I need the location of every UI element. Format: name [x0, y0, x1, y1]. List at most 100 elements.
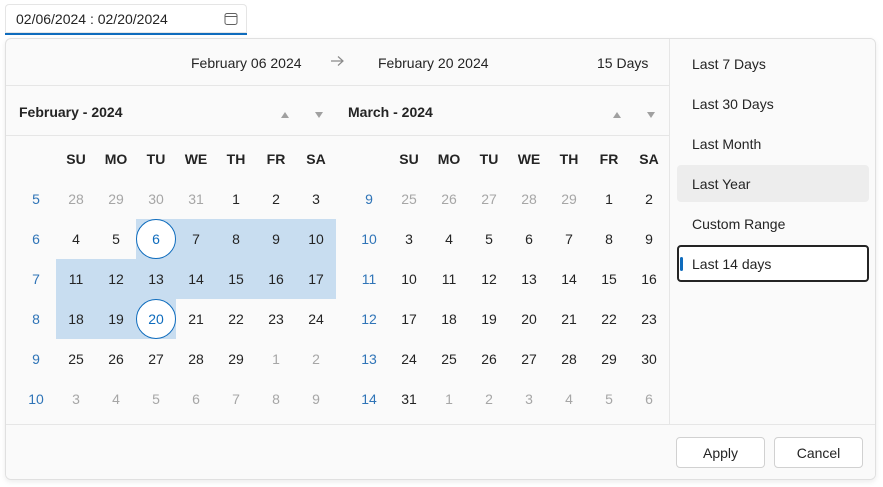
- calendar-day[interactable]: 10: [296, 219, 336, 259]
- calendar-day[interactable]: 4: [549, 379, 589, 419]
- selected-day[interactable]: 6: [136, 219, 176, 259]
- calendar-day[interactable]: 4: [56, 219, 96, 259]
- calendar-day[interactable]: 12: [469, 259, 509, 299]
- calendar-day[interactable]: 4: [96, 379, 136, 419]
- next-month-icon[interactable]: [646, 107, 656, 118]
- calendar-day[interactable]: 30: [629, 339, 669, 379]
- calendar-day[interactable]: 25: [429, 339, 469, 379]
- calendar-day[interactable]: 8: [216, 219, 256, 259]
- calendar-day[interactable]: 25: [389, 179, 429, 219]
- preset-last-year[interactable]: Last Year: [677, 165, 869, 202]
- calendar-day[interactable]: 27: [136, 339, 176, 379]
- calendar-day[interactable]: 14: [549, 259, 589, 299]
- calendar-day[interactable]: 28: [549, 339, 589, 379]
- calendar-day[interactable]: 22: [589, 299, 629, 339]
- calendar-day[interactable]: 5: [136, 379, 176, 419]
- calendar-day[interactable]: 1: [256, 339, 296, 379]
- calendar-day[interactable]: 16: [256, 259, 296, 299]
- calendar-day[interactable]: 2: [469, 379, 509, 419]
- calendar-day[interactable]: 27: [509, 339, 549, 379]
- calendar-day[interactable]: 28: [176, 339, 216, 379]
- calendar-day[interactable]: 3: [509, 379, 549, 419]
- calendar-day[interactable]: 29: [96, 179, 136, 219]
- apply-button[interactable]: Apply: [676, 437, 765, 468]
- prev-month-icon[interactable]: [612, 107, 622, 118]
- calendar-day[interactable]: 24: [296, 299, 336, 339]
- calendar-day[interactable]: 24: [389, 339, 429, 379]
- calendar-day[interactable]: 1: [589, 179, 629, 219]
- preset-last-30-days[interactable]: Last 30 Days: [677, 85, 869, 122]
- calendar-day[interactable]: 15: [216, 259, 256, 299]
- calendar-day[interactable]: 2: [256, 179, 296, 219]
- calendar-day[interactable]: 29: [216, 339, 256, 379]
- calendar-day[interactable]: 2: [629, 179, 669, 219]
- calendar-day[interactable]: 6: [629, 379, 669, 419]
- calendar-day[interactable]: 19: [469, 299, 509, 339]
- calendar-day[interactable]: 29: [549, 179, 589, 219]
- calendar-day[interactable]: 23: [256, 299, 296, 339]
- calendar-day[interactable]: 31: [389, 379, 429, 419]
- calendar-day[interactable]: 2: [296, 339, 336, 379]
- calendar-day[interactable]: 14: [176, 259, 216, 299]
- calendar-icon[interactable]: [221, 9, 241, 29]
- weekday-header: SU: [66, 151, 86, 167]
- calendar-day[interactable]: 28: [509, 179, 549, 219]
- date-range-value[interactable]: 02/06/2024 : 02/20/2024: [16, 11, 168, 27]
- prev-month-icon[interactable]: [280, 107, 290, 118]
- calendar-day[interactable]: 5: [589, 379, 629, 419]
- calendar-day[interactable]: 30: [136, 179, 176, 219]
- calendar-day[interactable]: 21: [549, 299, 589, 339]
- preset-custom-range[interactable]: Custom Range: [677, 205, 869, 242]
- cancel-button[interactable]: Cancel: [774, 437, 863, 468]
- calendar-day[interactable]: 9: [256, 219, 296, 259]
- calendar-day[interactable]: 18: [56, 299, 96, 339]
- preset-last-month[interactable]: Last Month: [677, 125, 869, 162]
- calendar-day[interactable]: 31: [176, 179, 216, 219]
- calendar-day[interactable]: 23: [629, 299, 669, 339]
- calendar-day[interactable]: 3: [296, 179, 336, 219]
- date-range-input[interactable]: 02/06/2024 : 02/20/2024: [5, 4, 247, 35]
- calendar-day[interactable]: 8: [256, 379, 296, 419]
- calendar-day[interactable]: 9: [296, 379, 336, 419]
- calendar-day[interactable]: 13: [136, 259, 176, 299]
- calendar-day[interactable]: 20: [509, 299, 549, 339]
- calendar-day[interactable]: 19: [96, 299, 136, 339]
- calendar-day[interactable]: 26: [429, 179, 469, 219]
- preset-last-7-days[interactable]: Last 7 Days: [677, 45, 869, 82]
- calendar-day[interactable]: 25: [56, 339, 96, 379]
- calendar-day[interactable]: 11: [56, 259, 96, 299]
- calendar-day[interactable]: 22: [216, 299, 256, 339]
- selected-day[interactable]: 20: [136, 299, 176, 339]
- calendar-day[interactable]: 26: [469, 339, 509, 379]
- preset-last-14-days[interactable]: Last 14 days: [677, 245, 869, 282]
- calendar-day[interactable]: 5: [469, 219, 509, 259]
- calendar-day[interactable]: 3: [56, 379, 96, 419]
- calendar-day[interactable]: 11: [429, 259, 469, 299]
- calendar-day[interactable]: 12: [96, 259, 136, 299]
- calendar-day[interactable]: 7: [216, 379, 256, 419]
- calendar-day[interactable]: 21: [176, 299, 216, 339]
- calendar-day[interactable]: 6: [176, 379, 216, 419]
- calendar-day[interactable]: 27: [469, 179, 509, 219]
- calendar-day[interactable]: 1: [216, 179, 256, 219]
- calendar-day[interactable]: 10: [389, 259, 429, 299]
- calendar-day[interactable]: 8: [589, 219, 629, 259]
- calendar-day[interactable]: 17: [296, 259, 336, 299]
- calendar-day[interactable]: 29: [589, 339, 629, 379]
- calendar-day[interactable]: 18: [429, 299, 469, 339]
- calendar-day[interactable]: 13: [509, 259, 549, 299]
- calendar-day[interactable]: 7: [549, 219, 589, 259]
- calendar-day[interactable]: 15: [589, 259, 629, 299]
- calendar-day[interactable]: 9: [629, 219, 669, 259]
- calendar-day[interactable]: 7: [176, 219, 216, 259]
- calendar-day[interactable]: 26: [96, 339, 136, 379]
- calendar-day[interactable]: 28: [56, 179, 96, 219]
- calendar-day[interactable]: 17: [389, 299, 429, 339]
- calendar-day[interactable]: 5: [96, 219, 136, 259]
- calendar-day[interactable]: 16: [629, 259, 669, 299]
- calendar-day[interactable]: 4: [429, 219, 469, 259]
- calendar-day[interactable]: 6: [509, 219, 549, 259]
- next-month-icon[interactable]: [314, 107, 324, 118]
- calendar-day[interactable]: 3: [389, 219, 429, 259]
- calendar-day[interactable]: 1: [429, 379, 469, 419]
